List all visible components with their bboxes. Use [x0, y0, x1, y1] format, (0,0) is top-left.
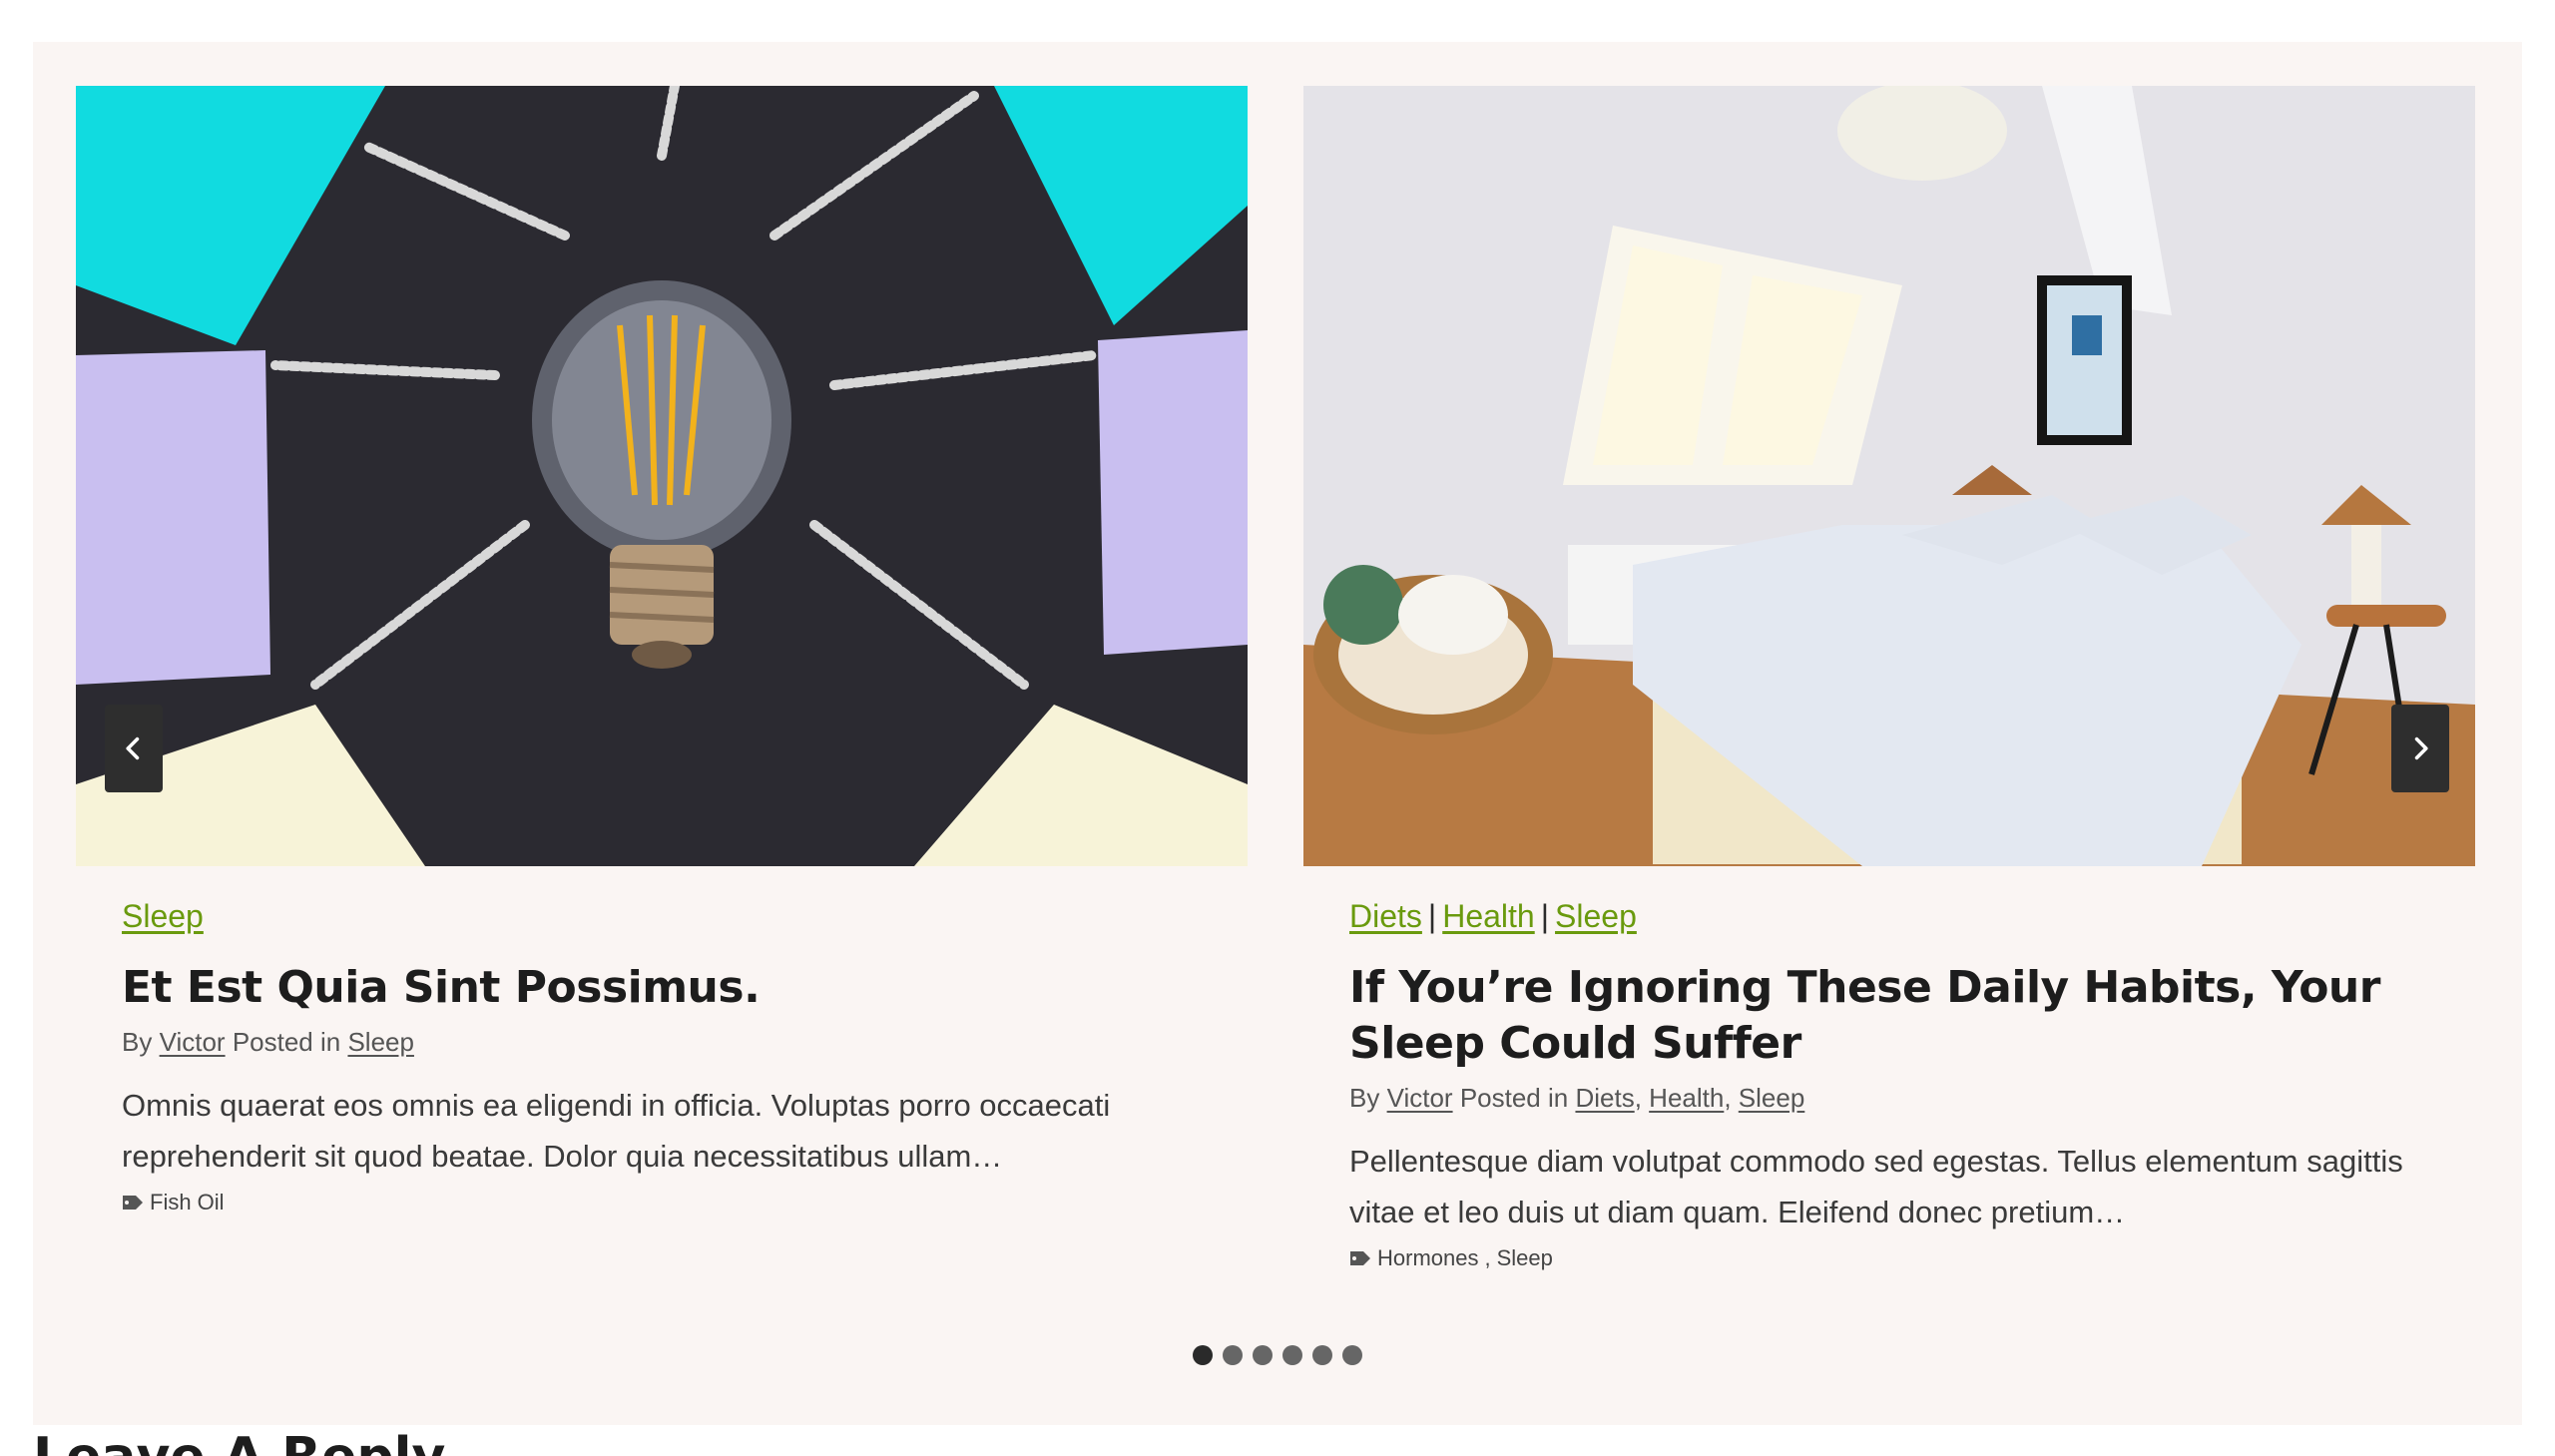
chevron-left-icon: [126, 736, 140, 760]
post-excerpt: Omnis quaerat eos omnis ea eligendi in o…: [122, 1088, 1111, 1174]
posted-in-link-health[interactable]: Health: [1649, 1083, 1724, 1113]
post-tags: Fish Oil: [122, 1188, 1202, 1217]
slider-dot-5[interactable]: [1312, 1345, 1332, 1365]
post-card: Diets | Health | Sleep If You’re Ignoring Th…: [1303, 86, 2475, 1273]
by-label: By: [1349, 1083, 1380, 1113]
category-link-sleep[interactable]: Sleep: [122, 898, 204, 934]
slider-pagination: [1193, 1345, 1362, 1365]
author-link[interactable]: Victor: [1387, 1083, 1453, 1113]
post-thumbnail[interactable]: [1303, 86, 2475, 866]
slider-prev-button[interactable]: [105, 705, 163, 792]
post-categories: Sleep: [122, 896, 1202, 936]
tag-link-hormones[interactable]: Hormones: [1377, 1243, 1478, 1273]
leave-reply-heading: Leave A Reply: [33, 1427, 445, 1456]
posted-in-link-diets[interactable]: Diets: [1575, 1083, 1634, 1113]
category-link-health[interactable]: Health: [1442, 898, 1535, 934]
author-link[interactable]: Victor: [160, 1027, 226, 1057]
list-separator: ,: [1634, 1083, 1642, 1113]
list-separator: ,: [1484, 1245, 1491, 1270]
slider-dot-1[interactable]: [1193, 1345, 1213, 1365]
tag-icon: [123, 1196, 143, 1210]
bedroom-image: [1303, 86, 2475, 866]
slider-dot-3[interactable]: [1253, 1345, 1273, 1365]
post-byline: By Victor Posted in Sleep: [122, 1024, 1202, 1060]
category-link-diets[interactable]: Diets: [1349, 898, 1422, 934]
related-posts-slider: Sleep Et Est Quia Sint Possimus. By Vict…: [33, 42, 2522, 1425]
post-thumbnail[interactable]: [76, 86, 1248, 866]
slider-dot-4[interactable]: [1282, 1345, 1302, 1365]
posted-in-link-sleep[interactable]: Sleep: [347, 1027, 414, 1057]
post-categories: Diets | Health | Sleep: [1349, 896, 2429, 936]
posted-in-label: Posted in: [1459, 1083, 1569, 1113]
post-tags: Hormones, Sleep: [1349, 1243, 2429, 1273]
tag-link-sleep[interactable]: Sleep: [1497, 1243, 1553, 1273]
category-separator: |: [1427, 898, 1437, 934]
posted-in-label: Posted in: [232, 1027, 341, 1057]
post-card: Sleep Et Est Quia Sint Possimus. By Vict…: [76, 86, 1248, 1217]
post-byline: By Victor Posted in Diets, Health, Sleep: [1349, 1080, 2429, 1116]
slider-dot-6[interactable]: [1342, 1345, 1362, 1365]
tag-icon: [1350, 1251, 1370, 1265]
slider-dot-2[interactable]: [1223, 1345, 1243, 1365]
post-title[interactable]: Et Est Quia Sint Possimus.: [122, 960, 1202, 1016]
category-separator: |: [1540, 898, 1550, 934]
slider-next-button[interactable]: [2391, 705, 2449, 792]
post-title[interactable]: If You’re Ignoring These Daily Habits, Y…: [1349, 960, 2429, 1072]
tag-link-fish-oil[interactable]: Fish Oil: [150, 1188, 225, 1217]
by-label: By: [122, 1027, 153, 1057]
category-link-sleep[interactable]: Sleep: [1555, 898, 1637, 934]
chevron-right-icon: [2414, 736, 2428, 760]
posted-in-link-sleep[interactable]: Sleep: [1739, 1083, 1805, 1113]
light-bulb-image: [76, 86, 1248, 866]
list-separator: ,: [1724, 1083, 1732, 1113]
post-excerpt: Pellentesque diam volutpat commodo sed e…: [1349, 1144, 2403, 1229]
